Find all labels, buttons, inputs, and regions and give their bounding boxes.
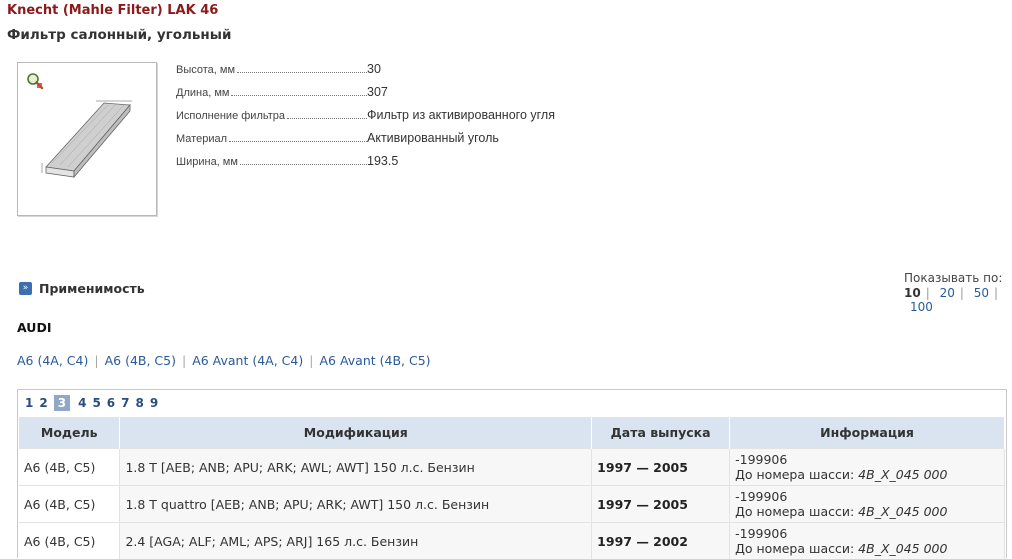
table-header-row: Модель Модификация Дата выпуска Информац… bbox=[19, 417, 1005, 449]
applicability-title: Применимость bbox=[39, 281, 145, 296]
spec-label: Ширина, мм bbox=[176, 156, 238, 168]
model-links: A6 (4A, C4)|A6 (4B, C5)|A6 Avant (4A, C4… bbox=[17, 353, 431, 368]
spec-value: 193.5 bbox=[367, 154, 398, 168]
model-link[interactable]: A6 Avant (4A, C4) bbox=[192, 353, 303, 368]
spec-label: Материал bbox=[176, 133, 227, 145]
per-page-option[interactable]: 50 bbox=[974, 286, 989, 300]
model-link[interactable]: A6 Avant (4B, C5) bbox=[319, 353, 430, 368]
spec-row: Материал Активированный уголь bbox=[176, 131, 596, 154]
cell-modification: 2.4 [AGA; ALF; AML; APS; ARJ] 165 л.с. Б… bbox=[120, 523, 592, 559]
spec-value: Активированный уголь bbox=[367, 131, 499, 145]
spec-value: 30 bbox=[367, 62, 381, 76]
column-header[interactable]: Информация bbox=[730, 417, 1005, 449]
page-current: 3 bbox=[54, 395, 70, 411]
page-link[interactable]: 6 bbox=[107, 396, 115, 410]
page-link[interactable]: 5 bbox=[92, 396, 100, 410]
cell-model: A6 (4B, C5) bbox=[19, 449, 120, 486]
table-row[interactable]: A6 (4B, C5) 2.4 [AGA; ALF; AML; APS; ARJ… bbox=[19, 523, 1005, 559]
cell-model: A6 (4B, C5) bbox=[19, 523, 120, 559]
spec-list: Высота, мм 30 Длина, мм 307 Исполнение ф… bbox=[176, 62, 596, 177]
page-link[interactable]: 9 bbox=[150, 396, 158, 410]
page-link[interactable]: 8 bbox=[136, 396, 144, 410]
model-link[interactable]: A6 (4B, C5) bbox=[105, 353, 176, 368]
pager: 1 2 3 4 5 6 7 8 9 bbox=[25, 395, 164, 411]
vehicle-table: Модель Модификация Дата выпуска Информац… bbox=[19, 417, 1005, 559]
per-page-selector: Показывать по: 10| 20| 50| 100 bbox=[904, 271, 1012, 314]
product-subtitle: Фильтр салонный, угольный bbox=[7, 27, 231, 43]
page-link[interactable]: 2 bbox=[39, 396, 47, 410]
column-header[interactable]: Дата выпуска bbox=[592, 417, 730, 449]
double-chevron-right-icon: » bbox=[19, 282, 32, 295]
model-link[interactable]: A6 (4A, C4) bbox=[17, 353, 88, 368]
spec-row: Ширина, мм 193.5 bbox=[176, 154, 596, 177]
spec-row: Исполнение фильтра Фильтр из активирован… bbox=[176, 108, 596, 131]
spec-value: Фильтр из активированного угля bbox=[367, 108, 555, 122]
column-header[interactable]: Модель bbox=[19, 417, 120, 449]
zoom-icon[interactable] bbox=[26, 72, 44, 90]
table-row[interactable]: A6 (4B, C5) 1.8 T [AEB; ANB; APU; ARK; A… bbox=[19, 449, 1005, 486]
product-title: Knecht (Mahle Filter) LAK 46 bbox=[7, 3, 218, 18]
spec-label: Исполнение фильтра bbox=[176, 110, 285, 122]
cell-modification: 1.8 T [AEB; ANB; APU; ARK; AWL; AWT] 150… bbox=[120, 449, 592, 486]
cell-info: -199906 До номера шасси: 4B_X_045 000 bbox=[730, 523, 1005, 559]
brand-name: AUDI bbox=[17, 320, 51, 335]
spec-label: Длина, мм bbox=[176, 87, 229, 99]
spec-row: Высота, мм 30 bbox=[176, 62, 596, 85]
page-link[interactable]: 4 bbox=[78, 396, 86, 410]
cell-model: A6 (4B, C5) bbox=[19, 486, 120, 523]
spec-value: 307 bbox=[367, 85, 388, 99]
applicability-header[interactable]: » Применимость bbox=[19, 281, 145, 296]
page-link[interactable]: 7 bbox=[121, 396, 129, 410]
spec-label: Высота, мм bbox=[176, 64, 235, 76]
product-image[interactable] bbox=[17, 62, 157, 216]
page-link[interactable]: 1 bbox=[25, 396, 33, 410]
spec-row: Длина, мм 307 bbox=[176, 85, 596, 108]
cell-info: -199906 До номера шасси: 4B_X_045 000 bbox=[730, 449, 1005, 486]
per-page-option[interactable]: 20 bbox=[940, 286, 955, 300]
column-header[interactable]: Модификация bbox=[120, 417, 592, 449]
per-page-label: Показывать по: bbox=[904, 271, 1012, 285]
applicability-table: 1 2 3 4 5 6 7 8 9 Модель Модификация Дат… bbox=[17, 389, 1007, 558]
cell-date: 1997 — 2002 bbox=[592, 523, 730, 559]
filter-drawing bbox=[38, 95, 138, 185]
cell-date: 1997 — 2005 bbox=[592, 486, 730, 523]
per-page-option[interactable]: 100 bbox=[910, 300, 933, 314]
cell-modification: 1.8 T quattro [AEB; ANB; APU; ARK; AWT] … bbox=[120, 486, 592, 523]
cell-date: 1997 — 2005 bbox=[592, 449, 730, 486]
table-row[interactable]: A6 (4B, C5) 1.8 T quattro [AEB; ANB; APU… bbox=[19, 486, 1005, 523]
cell-info: -199906 До номера шасси: 4B_X_045 000 bbox=[730, 486, 1005, 523]
per-page-current: 10 bbox=[904, 286, 921, 300]
